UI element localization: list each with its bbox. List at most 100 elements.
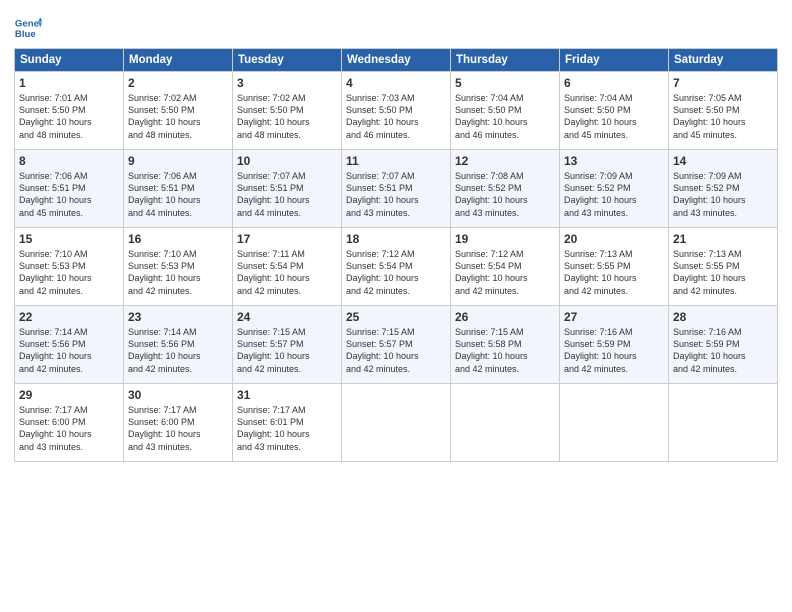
day-info: Sunset: 5:58 PM (455, 338, 555, 350)
calendar-header: Sunday Monday Tuesday Wednesday Thursday… (15, 49, 778, 72)
day-info: Sunrise: 7:15 AM (346, 326, 446, 338)
day-number: 29 (19, 387, 119, 403)
calendar-cell: 8Sunrise: 7:06 AMSunset: 5:51 PMDaylight… (15, 150, 124, 228)
day-info: and 45 minutes. (673, 129, 773, 141)
day-info: Daylight: 10 hours (455, 350, 555, 362)
calendar-cell: 25Sunrise: 7:15 AMSunset: 5:57 PMDayligh… (342, 306, 451, 384)
day-info: Daylight: 10 hours (128, 194, 228, 206)
day-number: 24 (237, 309, 337, 325)
calendar-cell: 31Sunrise: 7:17 AMSunset: 6:01 PMDayligh… (233, 384, 342, 462)
logo-icon: General Blue (14, 14, 42, 42)
day-number: 18 (346, 231, 446, 247)
col-friday: Friday (560, 49, 669, 72)
day-info: Sunrise: 7:02 AM (237, 92, 337, 104)
calendar-cell: 26Sunrise: 7:15 AMSunset: 5:58 PMDayligh… (451, 306, 560, 384)
day-info: and 42 minutes. (564, 285, 664, 297)
day-info: Sunrise: 7:12 AM (455, 248, 555, 260)
day-info: Sunset: 5:50 PM (455, 104, 555, 116)
day-info: Sunset: 5:50 PM (19, 104, 119, 116)
day-info: Sunrise: 7:13 AM (564, 248, 664, 260)
day-number: 27 (564, 309, 664, 325)
col-thursday: Thursday (451, 49, 560, 72)
day-info: Daylight: 10 hours (19, 116, 119, 128)
day-info: Daylight: 10 hours (237, 194, 337, 206)
day-info: Daylight: 10 hours (19, 272, 119, 284)
calendar-cell: 19Sunrise: 7:12 AMSunset: 5:54 PMDayligh… (451, 228, 560, 306)
calendar-cell (451, 384, 560, 462)
day-info: Sunrise: 7:07 AM (346, 170, 446, 182)
day-info: Sunrise: 7:16 AM (673, 326, 773, 338)
day-info: Sunrise: 7:15 AM (237, 326, 337, 338)
day-number: 3 (237, 75, 337, 91)
calendar-body: 1Sunrise: 7:01 AMSunset: 5:50 PMDaylight… (15, 72, 778, 462)
calendar-cell: 28Sunrise: 7:16 AMSunset: 5:59 PMDayligh… (669, 306, 778, 384)
calendar-cell: 6Sunrise: 7:04 AMSunset: 5:50 PMDaylight… (560, 72, 669, 150)
day-info: Sunset: 5:55 PM (673, 260, 773, 272)
day-info: and 43 minutes. (19, 441, 119, 453)
day-info: Daylight: 10 hours (564, 116, 664, 128)
header-row: Sunday Monday Tuesday Wednesday Thursday… (15, 49, 778, 72)
col-wednesday: Wednesday (342, 49, 451, 72)
day-info: Daylight: 10 hours (673, 272, 773, 284)
day-number: 8 (19, 153, 119, 169)
day-info: Sunset: 6:00 PM (128, 416, 228, 428)
calendar-cell: 1Sunrise: 7:01 AMSunset: 5:50 PMDaylight… (15, 72, 124, 150)
day-number: 30 (128, 387, 228, 403)
day-info: Sunset: 5:54 PM (455, 260, 555, 272)
col-saturday: Saturday (669, 49, 778, 72)
day-info: Sunrise: 7:14 AM (128, 326, 228, 338)
day-info: Sunrise: 7:04 AM (455, 92, 555, 104)
day-info: Sunset: 5:52 PM (455, 182, 555, 194)
col-monday: Monday (124, 49, 233, 72)
day-info: Sunrise: 7:10 AM (19, 248, 119, 260)
day-info: and 46 minutes. (346, 129, 446, 141)
calendar-cell: 22Sunrise: 7:14 AMSunset: 5:56 PMDayligh… (15, 306, 124, 384)
day-info: Daylight: 10 hours (237, 272, 337, 284)
day-info: Daylight: 10 hours (455, 116, 555, 128)
day-info: Sunrise: 7:17 AM (128, 404, 228, 416)
day-info: Daylight: 10 hours (19, 428, 119, 440)
day-info: Sunrise: 7:06 AM (128, 170, 228, 182)
day-info: Daylight: 10 hours (564, 272, 664, 284)
day-info: and 48 minutes. (19, 129, 119, 141)
day-info: Sunset: 5:54 PM (237, 260, 337, 272)
day-info: and 42 minutes. (673, 285, 773, 297)
day-info: and 42 minutes. (673, 363, 773, 375)
calendar-cell: 9Sunrise: 7:06 AMSunset: 5:51 PMDaylight… (124, 150, 233, 228)
day-info: and 42 minutes. (346, 285, 446, 297)
calendar-cell: 10Sunrise: 7:07 AMSunset: 5:51 PMDayligh… (233, 150, 342, 228)
svg-text:Blue: Blue (15, 29, 36, 40)
day-info: and 46 minutes. (455, 129, 555, 141)
day-number: 28 (673, 309, 773, 325)
day-info: Daylight: 10 hours (346, 116, 446, 128)
day-info: Sunrise: 7:13 AM (673, 248, 773, 260)
day-info: Daylight: 10 hours (673, 350, 773, 362)
day-info: Sunset: 5:54 PM (346, 260, 446, 272)
day-number: 10 (237, 153, 337, 169)
calendar-cell: 16Sunrise: 7:10 AMSunset: 5:53 PMDayligh… (124, 228, 233, 306)
calendar-cell: 24Sunrise: 7:15 AMSunset: 5:57 PMDayligh… (233, 306, 342, 384)
day-info: and 45 minutes. (564, 129, 664, 141)
day-number: 7 (673, 75, 773, 91)
day-info: Daylight: 10 hours (128, 116, 228, 128)
day-number: 19 (455, 231, 555, 247)
day-info: Sunset: 6:00 PM (19, 416, 119, 428)
day-number: 21 (673, 231, 773, 247)
day-info: Daylight: 10 hours (564, 194, 664, 206)
day-number: 5 (455, 75, 555, 91)
day-info: Sunset: 5:51 PM (237, 182, 337, 194)
calendar-cell: 5Sunrise: 7:04 AMSunset: 5:50 PMDaylight… (451, 72, 560, 150)
day-info: Daylight: 10 hours (128, 272, 228, 284)
day-info: and 48 minutes. (128, 129, 228, 141)
day-info: and 43 minutes. (237, 441, 337, 453)
day-info: Sunset: 5:57 PM (346, 338, 446, 350)
day-info: Sunset: 5:59 PM (673, 338, 773, 350)
day-info: Sunset: 5:50 PM (564, 104, 664, 116)
day-info: Sunset: 5:56 PM (19, 338, 119, 350)
calendar-cell: 11Sunrise: 7:07 AMSunset: 5:51 PMDayligh… (342, 150, 451, 228)
day-info: Sunset: 5:56 PM (128, 338, 228, 350)
day-info: and 43 minutes. (128, 441, 228, 453)
calendar-cell (669, 384, 778, 462)
day-info: Sunrise: 7:05 AM (673, 92, 773, 104)
day-info: Daylight: 10 hours (19, 350, 119, 362)
